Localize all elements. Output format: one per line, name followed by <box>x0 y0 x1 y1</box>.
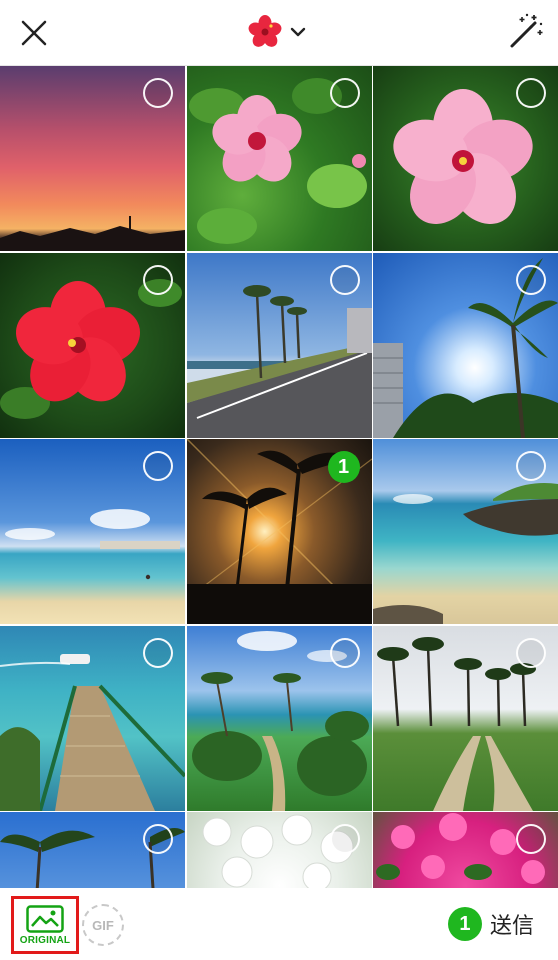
select-circle[interactable] <box>516 824 546 854</box>
send-label: 送信 <box>489 913 534 938</box>
select-circle[interactable] <box>329 637 360 668</box>
select-circle[interactable] <box>516 637 546 668</box>
photo-beach-blue-sky[interactable] <box>0 439 185 624</box>
photo-pier-boat[interactable] <box>0 625 185 811</box>
gif-label: GIF <box>92 917 114 933</box>
top-bar <box>0 0 558 66</box>
photo-sunset-palms[interactable]: 1 <box>186 439 372 624</box>
select-circle[interactable] <box>329 78 360 108</box>
photo-palm-sky-sun[interactable] <box>373 252 558 438</box>
original-quality-button[interactable]: ORIGINAL <box>11 896 79 954</box>
photo-grid: 1 <box>0 66 558 888</box>
select-circle[interactable] <box>516 451 546 481</box>
select-circle[interactable] <box>143 824 173 854</box>
photo-pink-hibiscus-large[interactable] <box>373 66 558 251</box>
gif-button[interactable]: GIF <box>82 904 124 946</box>
select-circle[interactable] <box>516 78 546 108</box>
select-circle[interactable] <box>329 824 360 854</box>
photo-red-hibiscus[interactable] <box>0 252 185 438</box>
chevron-down-icon <box>290 27 306 37</box>
close-icon[interactable] <box>14 13 54 53</box>
select-circle[interactable] <box>143 637 173 668</box>
album-selector[interactable] <box>248 12 308 52</box>
send-count-badge: 1 <box>447 907 482 941</box>
bottom-bar: ORIGINAL GIF 1 送信 <box>0 888 558 960</box>
selection-order-badge[interactable]: 1 <box>327 451 360 483</box>
select-circle[interactable] <box>329 264 360 295</box>
send-button[interactable]: 1 送信 <box>447 906 534 942</box>
select-circle[interactable] <box>143 264 173 295</box>
photo-pink-bougainvillea[interactable] <box>373 812 558 888</box>
hibiscus-icon <box>248 15 282 47</box>
photo-sunset-sky[interactable] <box>0 66 185 251</box>
select-circle[interactable] <box>143 78 173 108</box>
image-icon <box>26 904 64 933</box>
photo-rocky-beach[interactable] <box>373 439 558 624</box>
photo-pink-hibiscus-leaves[interactable] <box>186 66 372 251</box>
photo-palms-blue-sky[interactable] <box>0 812 185 888</box>
original-label: ORIGINAL <box>19 934 71 946</box>
photo-palm-lawn-path[interactable] <box>373 625 558 811</box>
photo-garden-path-sea[interactable] <box>186 625 372 811</box>
photo-palm-road[interactable] <box>186 252 372 438</box>
select-circle[interactable] <box>516 264 546 295</box>
magic-wand-icon[interactable] <box>504 12 544 52</box>
photo-white-flowers[interactable] <box>186 812 372 888</box>
select-circle[interactable] <box>143 451 173 481</box>
